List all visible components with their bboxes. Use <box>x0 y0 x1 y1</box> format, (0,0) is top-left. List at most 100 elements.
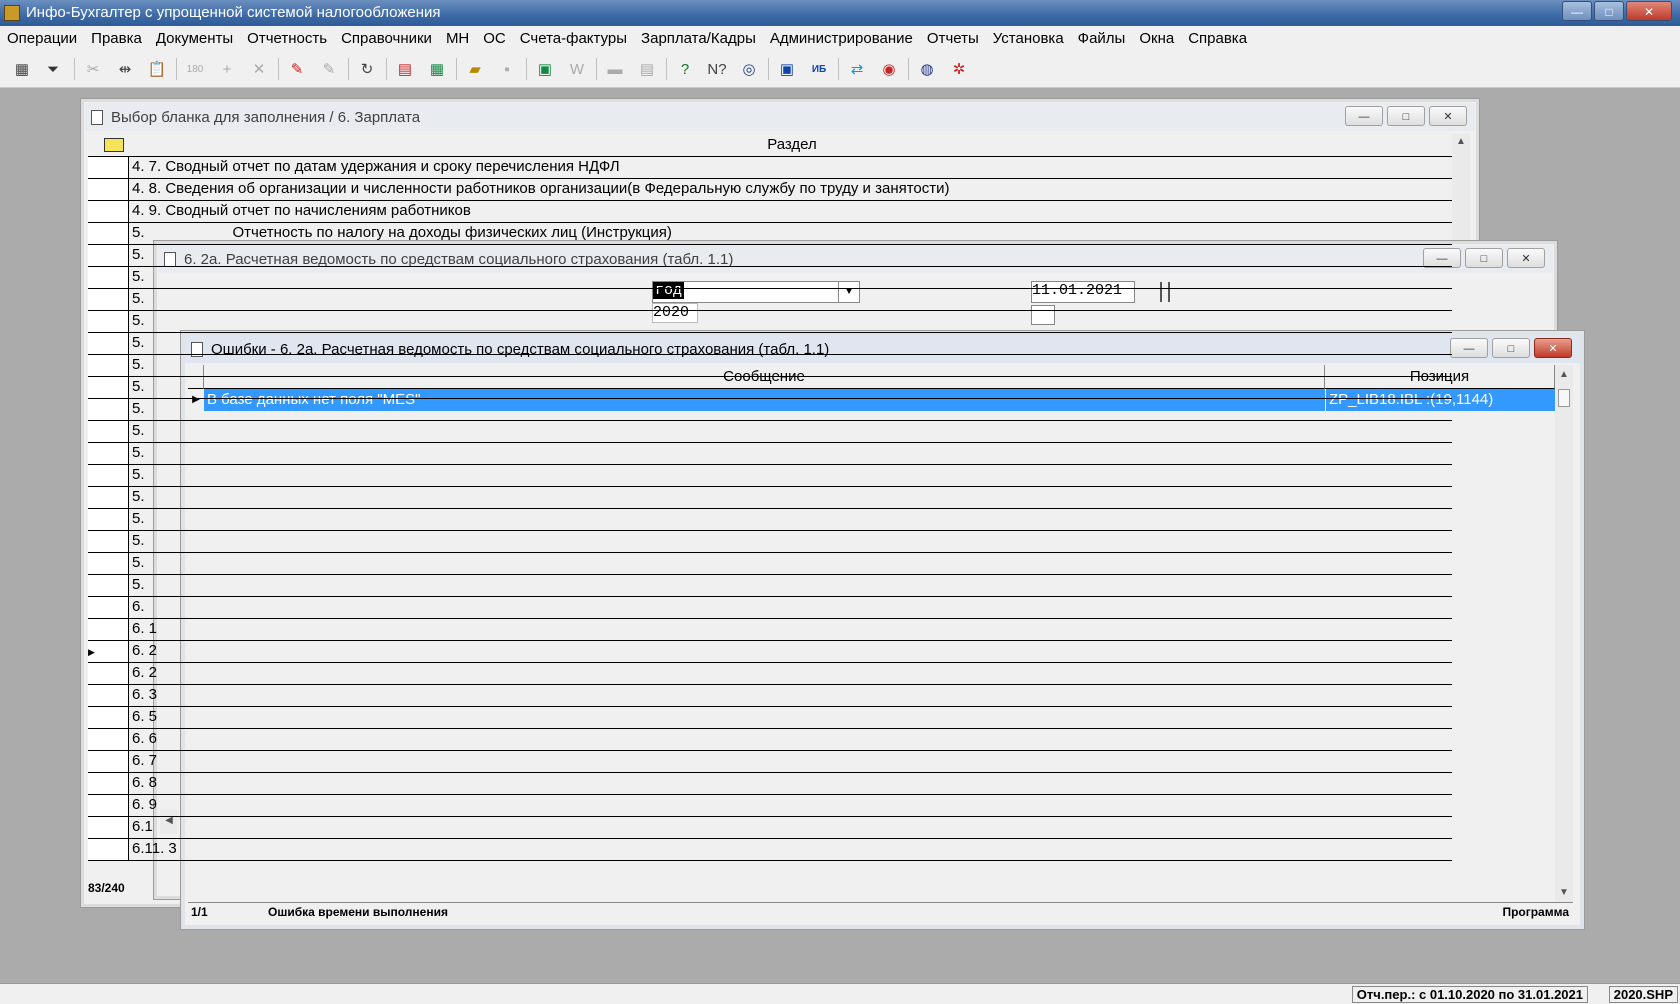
errors-maximize-button[interactable]: □ <box>1492 338 1530 358</box>
menu-item[interactable]: Отчетность <box>240 26 334 52</box>
table-row[interactable]: 4. 8. Сведения об организации и численно… <box>88 179 1452 201</box>
table-row[interactable]: 5. <box>88 487 1452 509</box>
report-icon[interactable]: ▤ <box>392 56 418 82</box>
table-row[interactable]: 6. 6 <box>88 729 1452 751</box>
table-row[interactable]: ▶ 6. 2 <box>88 641 1452 663</box>
calendar-icon[interactable]: ▣ <box>774 56 800 82</box>
vedomost-close-button[interactable]: ✕ <box>1507 248 1545 268</box>
refresh-icon[interactable]: ↻ <box>354 56 380 82</box>
errors-scrollbar[interactable]: ▲ ▼ <box>1555 365 1573 902</box>
table-row[interactable]: 5. <box>88 377 1452 399</box>
table-row[interactable]: 6. 3 <box>88 685 1452 707</box>
table-row[interactable]: 5. <box>88 245 1452 267</box>
table-row[interactable]: 5. <box>88 443 1452 465</box>
word-icon[interactable]: W <box>564 56 590 82</box>
table-row[interactable]: 5. Отчетность по налогу на доходы физичес… <box>88 223 1452 245</box>
row-text: 5. <box>132 488 145 505</box>
table-row[interactable]: 6. 9 <box>88 795 1452 817</box>
menu-item[interactable]: Окна <box>1132 26 1181 52</box>
row-text: 6. 9 <box>132 796 158 813</box>
table-row[interactable]: 6. 1 <box>88 619 1452 641</box>
add-icon[interactable]: + <box>214 56 240 82</box>
main-maximize-button[interactable]: □ <box>1594 1 1624 21</box>
menu-item[interactable]: Зарплата/Кадры <box>634 26 763 52</box>
journal-icon[interactable]: ▦ <box>9 56 35 82</box>
menu-item[interactable]: Справка <box>1181 26 1254 52</box>
scroll-down-icon[interactable]: ▼ <box>1555 887 1573 898</box>
table-row[interactable]: 5. <box>88 531 1452 553</box>
delete-icon[interactable]: ✕ <box>246 56 272 82</box>
blank-close-button[interactable]: ✕ <box>1429 106 1467 126</box>
split-icon[interactable]: ⇹ <box>112 56 138 82</box>
row-text: 5. <box>132 246 145 263</box>
open-folder-icon[interactable]: ▰ <box>462 56 488 82</box>
table-row[interactable]: 5. <box>88 267 1452 289</box>
table-row[interactable]: 5. <box>88 355 1452 377</box>
row-text: 5. <box>132 444 145 461</box>
network-icon[interactable]: ✲ <box>946 56 972 82</box>
table-row[interactable]: 5. <box>88 465 1452 487</box>
menu-item[interactable]: Справочники <box>334 26 439 52</box>
main-close-button[interactable]: ✕ <box>1626 1 1672 21</box>
save-icon[interactable]: ▪ <box>494 56 520 82</box>
support-icon[interactable]: ◉ <box>876 56 902 82</box>
menu-item[interactable]: МН <box>439 26 476 52</box>
table-row[interactable]: 5. <box>88 399 1452 421</box>
scroll-thumb[interactable] <box>1558 389 1570 407</box>
blank-maximize-button[interactable]: □ <box>1387 106 1425 126</box>
cut-icon[interactable]: ✂ <box>80 56 106 82</box>
main-minimize-button[interactable]: — <box>1562 1 1592 21</box>
menu-item[interactable]: Документы <box>149 26 240 52</box>
menu-item[interactable]: Правка <box>84 26 149 52</box>
table-row[interactable]: 4. 7. Сводный отчет по датам удержания и… <box>88 157 1452 179</box>
paste-icon[interactable]: 📋 <box>144 56 170 82</box>
errors-minimize-button[interactable]: — <box>1450 338 1488 358</box>
errors-close-button[interactable]: ✕ <box>1534 338 1572 358</box>
table-row[interactable]: 5. <box>88 289 1452 311</box>
table-row[interactable]: 5. <box>88 509 1452 531</box>
row-icon-cell <box>102 531 129 552</box>
teamviewer-icon[interactable]: ⇄ <box>844 56 870 82</box>
row-section: 5. <box>132 356 145 373</box>
print-icon[interactable]: ▬ <box>602 56 628 82</box>
ib10-icon[interactable]: ИБ <box>806 56 832 82</box>
scroll-up-icon[interactable]: ▲ <box>1452 136 1470 147</box>
table-row[interactable]: 4. 9. Сводный отчет по начислениям работ… <box>88 201 1452 223</box>
calc-icon[interactable]: 180 <box>182 56 208 82</box>
folder-up-icon[interactable] <box>104 138 124 152</box>
table-row[interactable]: 5. <box>88 575 1452 597</box>
table-icon[interactable]: ▦ <box>424 56 450 82</box>
menu-item[interactable]: Установка <box>986 26 1071 52</box>
table-row[interactable]: 6. 8 <box>88 773 1452 795</box>
blank-minimize-button[interactable]: — <box>1345 106 1383 126</box>
table-row[interactable]: 6. 2 <box>88 663 1452 685</box>
table-row[interactable]: 6. <box>88 597 1452 619</box>
table-row[interactable]: 6. 5 <box>88 707 1452 729</box>
table-row[interactable]: 5. <box>88 553 1452 575</box>
globe-icon[interactable]: ◍ <box>914 56 940 82</box>
preview-icon[interactable]: ▤ <box>634 56 660 82</box>
menu-item[interactable]: Счета-фактуры <box>513 26 634 52</box>
excel-icon[interactable]: ▣ <box>532 56 558 82</box>
menu-item[interactable]: ОС <box>476 26 513 52</box>
compass-icon[interactable]: ◎ <box>736 56 762 82</box>
menu-item[interactable]: Файлы <box>1071 26 1133 52</box>
table-row[interactable]: 5. <box>88 311 1452 333</box>
table-row[interactable]: 5. <box>88 333 1452 355</box>
table-row[interactable]: 6.1 <box>88 817 1452 839</box>
table-row[interactable]: 5. <box>88 421 1452 443</box>
filter-icon[interactable]: ⏷ <box>40 56 66 82</box>
scroll-up-icon[interactable]: ▲ <box>1555 369 1573 380</box>
menu-item[interactable]: Операции <box>0 26 84 52</box>
edit-icon[interactable]: ✎ <box>316 56 342 82</box>
blank-grid-scrollbar[interactable]: ▲ <box>1452 134 1470 244</box>
row-icon-cell <box>102 729 129 750</box>
context-help-icon[interactable]: N? <box>704 56 730 82</box>
vedomost-maximize-button[interactable]: □ <box>1465 248 1503 268</box>
pencil-icon[interactable]: ✎ <box>284 56 310 82</box>
menu-item[interactable]: Администрирование <box>763 26 920 52</box>
menu-item[interactable]: Отчеты <box>920 26 986 52</box>
table-row[interactable]: 6.11. 3 <box>88 839 1452 861</box>
table-row[interactable]: 6. 7 <box>88 751 1452 773</box>
help-icon[interactable]: ? <box>672 56 698 82</box>
